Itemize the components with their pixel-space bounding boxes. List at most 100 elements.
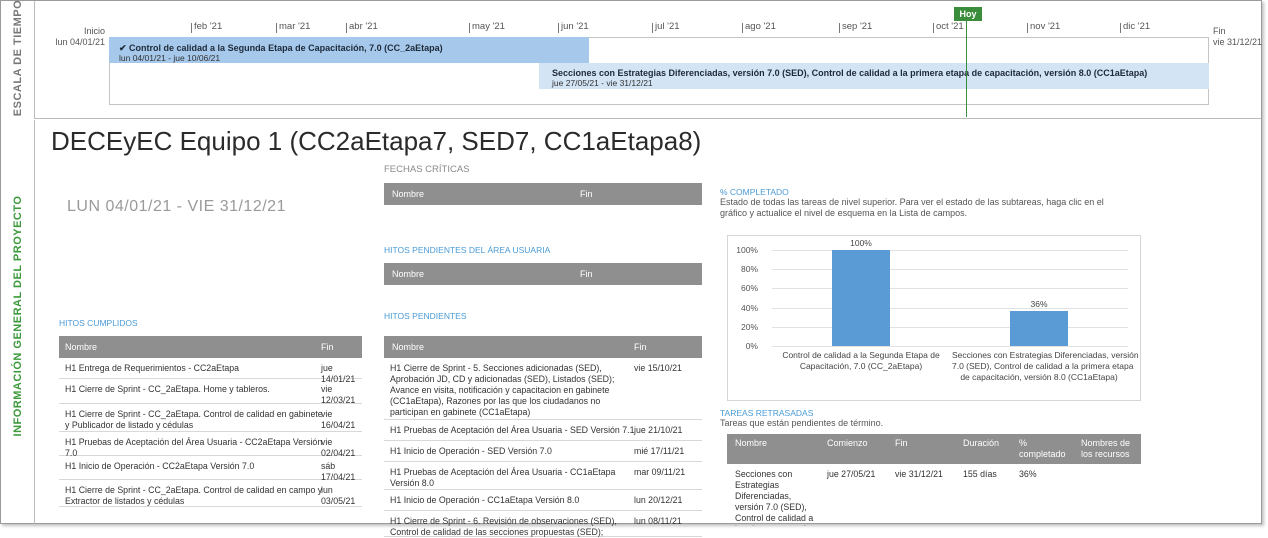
task-name: Secciones con Estrategias Diferenciadas,… [735, 469, 814, 526]
chart-gridline [772, 307, 1128, 309]
milestone-name: H1 Cierre de Sprint - 5. Secciones adici… [390, 363, 615, 417]
report-page: ESCALA DE TIEMPO Inicio lun 04/01/21 Fin… [0, 0, 1268, 537]
milestone-name: H1 Cierre de Sprint - CC_2aEtapa. Home y… [65, 384, 270, 394]
timeline-month-label: mar '21 [275, 21, 311, 33]
today-marker-line [966, 21, 967, 117]
column-header: Duración [963, 438, 1000, 448]
timeline-month-label: oct '21 [933, 21, 964, 33]
hitos-area-usuaria-table-header: Nombre Fin [384, 263, 702, 285]
table-row[interactable]: H1 Cierre de Sprint - 6. Revisión de obs… [384, 511, 702, 537]
timeline-task-dates: lun 04/01/21 - jue 10/06/21 [119, 53, 221, 63]
table-row[interactable]: H1 Inicio de Operación - SED Versión 7.0… [384, 441, 702, 462]
completado-chart[interactable]: 0% 20% 40% 60% 80% 100% 100% Control de calidad… [727, 235, 1141, 401]
fechas-criticas-table-header: Nombre Fin [384, 183, 702, 205]
timeline-start-label: Inicio [83, 26, 105, 36]
column-header-nombre: Nombre [392, 269, 425, 279]
milestone-end-date: lun 08/11/21 [634, 516, 682, 526]
hitos-area-usuaria-heading: HITOS PENDIENTES DEL ÁREA USUARIA [384, 245, 551, 255]
column-header: % completado [1019, 438, 1066, 459]
column-header-fin: Fin [321, 342, 334, 352]
column-header: Nombres de los recursos [1081, 438, 1131, 459]
timeline-side-panel: ESCALA DE TIEMPO [1, 0, 35, 119]
column-header: Comienzo [827, 438, 868, 448]
task-end: vie 31/12/21 [895, 469, 943, 479]
chart-category-label: Control de calidad a la Segunda Etapa de… [782, 350, 940, 371]
timeline-month-label: nov '21 [1026, 21, 1061, 33]
milestone-end-date: vie 12/03/21 [321, 384, 356, 405]
milestone-end-date: vie 16/04/21 [321, 409, 356, 430]
timeline-month-label: abr '21 [346, 21, 378, 33]
timeline-end-label: Fin [1213, 26, 1226, 36]
column-header-nombre: Nombre [392, 342, 425, 352]
completado-description: Estado de todas las tareas de nivel supe… [720, 197, 1104, 218]
project-date-range: LUN 04/01/21 - VIE 31/12/21 [67, 198, 286, 215]
fechas-criticas-heading: FECHAS CRÍTICAS [384, 164, 470, 175]
milestone-name: H1 Pruebas de Aceptación del Área Usuari… [390, 425, 635, 435]
milestone-name: H1 Inicio de Operación - CC1aEtapa Versi… [390, 495, 580, 505]
chart-gridline [772, 326, 1128, 328]
chart-data-label: 36% [1030, 299, 1048, 310]
table-row[interactable]: H1 Cierre de Sprint - 5. Secciones adici… [384, 358, 702, 420]
table-row[interactable]: H1 Cierre de Sprint - CC_2aEtapa. Home y… [59, 379, 362, 405]
completado-heading: % COMPLETADO [720, 187, 789, 197]
table-row[interactable]: H1 Entrega de Requerimientos - CC2aEtapa… [59, 358, 362, 384]
hitos-cumplidos-table-header: Nombre Fin [59, 336, 362, 358]
table-row[interactable]: H1 Cierre de Sprint - CC_2aEtapa. Contro… [59, 480, 362, 507]
milestone-end-date: lun 20/12/21 [634, 495, 683, 505]
chart-bar[interactable] [832, 250, 890, 346]
chart-y-tick-label: 100% [736, 245, 758, 255]
info-side-label: INFORMACIÓN GENERAL DEL PROYECTO [12, 195, 24, 437]
column-header-fin: Fin [580, 189, 593, 199]
table-row[interactable]: H1 Inicio de Operación - CC1aEtapa Versi… [384, 490, 702, 511]
project-title: DECEyEC Equipo 1 (CC2aEtapa7, SED7, CC1a… [51, 126, 702, 156]
timeline-start-date: lun 04/01/21 [55, 37, 105, 47]
table-row[interactable]: H1 Pruebas de Aceptación del Área Usuari… [59, 432, 362, 458]
timeline-task-dates: jue 27/05/21 - vie 31/12/21 [552, 78, 653, 88]
chart-y-tick-label: 0% [745, 341, 758, 351]
column-header: Fin [895, 438, 908, 448]
hitos-pendientes-heading: HITOS PENDIENTES [384, 311, 467, 321]
table-row[interactable]: Secciones con Estrategias Diferenciadas,… [727, 464, 1141, 526]
task-start: jue 27/05/21 [827, 469, 876, 479]
chart-gridline [772, 288, 1128, 290]
chart-gridline [772, 269, 1128, 271]
report-frame: ESCALA DE TIEMPO Inicio lun 04/01/21 Fin… [0, 0, 1263, 537]
milestone-name: H1 Inicio de Operación - CC2aEtapa Versi… [65, 461, 255, 471]
timeline-end-date: vie 31/12/21 [1213, 37, 1263, 47]
chart-bar[interactable] [1010, 311, 1068, 346]
timeline-month-label: feb '21 [190, 21, 223, 33]
chart-category-label: Secciones con Estrategias Diferenciadas,… [952, 350, 1139, 382]
milestone-name: H1 Cierre de Sprint - CC_2aEtapa. Contro… [65, 409, 323, 430]
timeline-month-label: ago '21 [742, 21, 776, 33]
milestone-end-date: mar 09/11/21 [634, 467, 686, 477]
column-header-fin: Fin [634, 342, 647, 352]
table-row[interactable]: H1 Cierre de Sprint - CC_2aEtapa. Contro… [59, 404, 362, 432]
milestone-name: H1 Cierre de Sprint - 6. Revisión de obs… [390, 516, 617, 537]
timeline-section[interactable]: ESCALA DE TIEMPO Inicio lun 04/01/21 Fin… [1, 0, 1263, 119]
retrasadas-table-header: Nombre Comienzo Fin Duración % completado Nom… [727, 434, 1141, 464]
timeline-month-label: jul '21 [652, 21, 680, 33]
column-header-nombre: Nombre [392, 189, 425, 199]
timeline-month-label: jun '21 [558, 21, 589, 33]
milestone-name: H1 Entrega de Requerimientos - CC2aEtapa [65, 363, 240, 373]
milestone-end-date: vie 15/10/21 [634, 363, 682, 373]
milestone-end-date: mié 17/11/21 [634, 446, 685, 456]
table-row[interactable]: H1 Pruebas de Aceptación del Área Usuari… [384, 462, 702, 490]
hitos-pendientes-table-header: Nombre Fin [384, 336, 702, 358]
table-row[interactable]: H1 Pruebas de Aceptación del Área Usuari… [384, 420, 702, 441]
chart-gridline [772, 250, 1128, 251]
chart-data-label: 100% [850, 238, 872, 248]
milestone-name: H1 Pruebas de Aceptación del Área Usuari… [390, 467, 616, 488]
timeline-month-label: may '21 [469, 21, 505, 33]
chart-y-tick-label: 40% [740, 302, 758, 313]
info-side-panel: INFORMACIÓN GENERAL DEL PROYECTO [1, 120, 35, 525]
milestone-end-date: lun 03/05/21 [321, 485, 356, 506]
milestone-name: H1 Inicio de Operación - SED Versión 7.0 [390, 446, 552, 456]
table-row[interactable]: H1 Inicio de Operación - CC2aEtapa Versi… [59, 456, 362, 482]
retrasadas-heading: TAREAS RETRASADAS [720, 408, 814, 418]
timeline-month-label: sep '21 [838, 21, 873, 33]
task-duration: 155 días [963, 469, 997, 479]
timeline-side-label: ESCALA DE TIEMPO [12, 0, 24, 117]
retrasadas-description: Tareas que están pendientes de término. [720, 418, 884, 428]
hitos-cumplidos-heading: HITOS CUMPLIDOS [59, 318, 138, 328]
